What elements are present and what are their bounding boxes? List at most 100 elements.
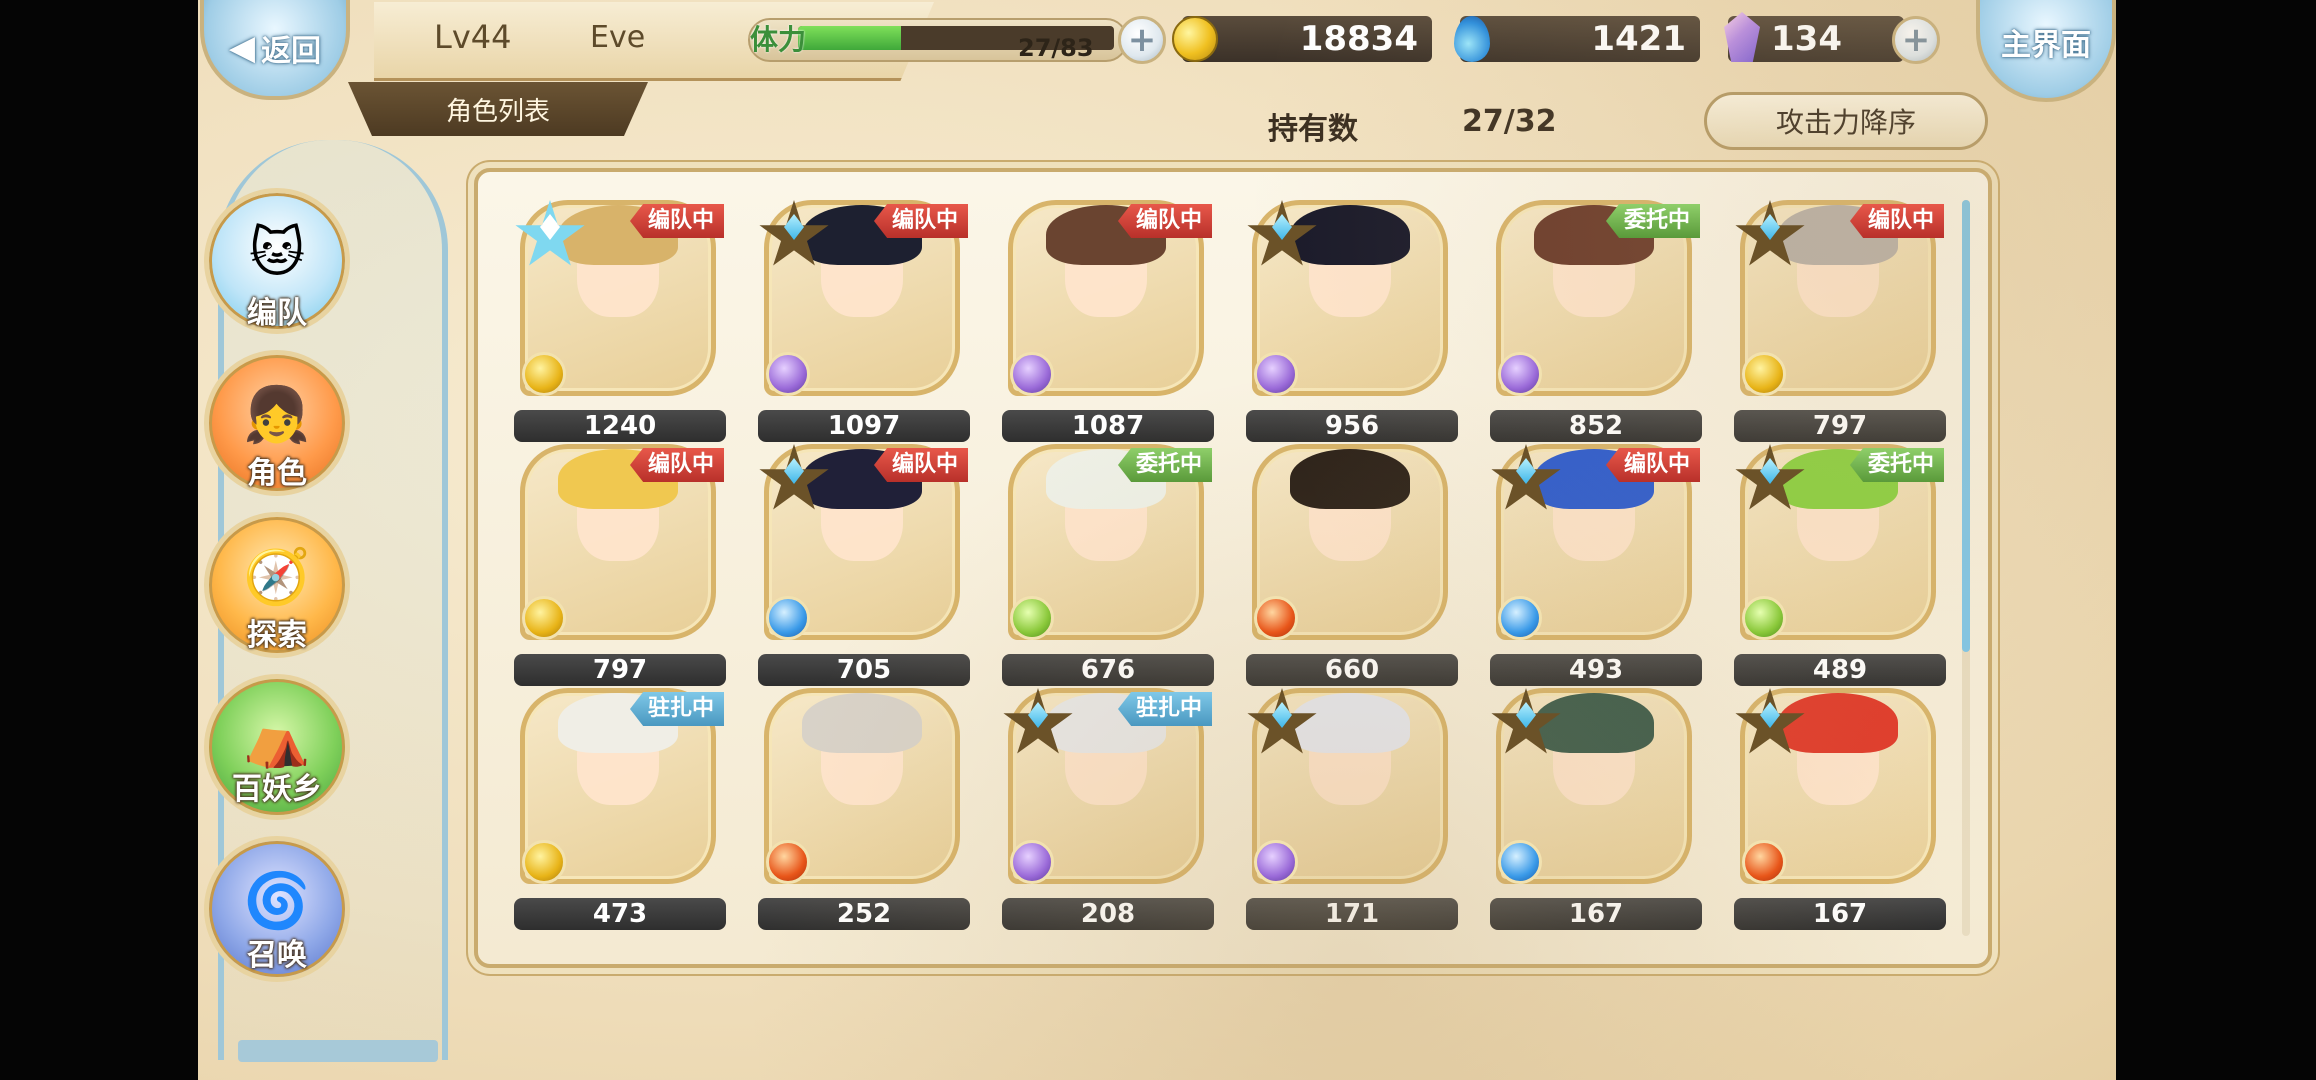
attack-value: 852	[1490, 410, 1702, 442]
menu-summon-label: 召唤	[247, 938, 307, 973]
character-card[interactable]: 委托中 852	[1490, 200, 1704, 446]
character-card[interactable]: 660	[1246, 444, 1460, 690]
menu-team-label: 编队	[247, 296, 307, 331]
element-purple-icon	[1254, 840, 1298, 884]
letterbox-right	[2116, 0, 2316, 1080]
character-card[interactable]: 编队中 1097	[758, 200, 972, 446]
character-card[interactable]: 编队中 493	[1490, 444, 1704, 690]
character-card[interactable]: 167	[1490, 688, 1704, 934]
character-card[interactable]: 171	[1246, 688, 1460, 934]
spirit-drop-icon	[1454, 16, 1490, 62]
element-red-icon	[766, 840, 810, 884]
sort-button[interactable]: 攻击力降序	[1704, 92, 1988, 150]
element-blue-icon	[1498, 596, 1542, 640]
character-icon: 👧	[243, 383, 311, 446]
attack-value: 797	[514, 654, 726, 686]
element-blue-icon	[766, 596, 810, 640]
tab-character-list[interactable]: 角色列表	[348, 82, 648, 136]
character-card[interactable]: 167	[1734, 688, 1948, 934]
attack-value: 676	[1002, 654, 1214, 686]
spirit-value: 1421	[1591, 19, 1686, 59]
element-green-icon	[1010, 596, 1054, 640]
menu-village-label: 百妖乡	[232, 772, 322, 807]
game-screen: ◀ 返回 Lv44 Eve 角色列表 体力 27/83 + 18834 1421…	[198, 0, 2116, 1080]
letterbox-left	[0, 0, 198, 1080]
status-tag: 编队中	[873, 204, 968, 238]
status-tag: 编队中	[1849, 204, 1944, 238]
owned-label: 持有数	[1268, 112, 1358, 147]
character-card[interactable]: 编队中 1087	[1002, 200, 1216, 446]
player-name: Eve	[590, 20, 646, 55]
character-card[interactable]: 编队中 1240	[514, 200, 728, 446]
character-card[interactable]: 252	[758, 688, 972, 934]
attack-value: 489	[1734, 654, 1946, 686]
status-tag: 委托中	[1605, 204, 1700, 238]
character-card[interactable]: 委托中 489	[1734, 444, 1948, 690]
element-red-icon	[1742, 840, 1786, 884]
stamina-label: 体力	[750, 23, 807, 56]
character-card[interactable]: 编队中 705	[758, 444, 972, 690]
status-tag: 编队中	[629, 204, 724, 238]
home-button[interactable]: 主界面	[1976, 0, 2116, 102]
element-blue-icon	[1498, 840, 1542, 884]
menu-explore-label: 探索	[247, 618, 307, 653]
element-red-icon	[1254, 596, 1298, 640]
explore-icon: 🧭	[243, 545, 311, 608]
spirit-display: 1421	[1460, 16, 1700, 62]
add-crystal-button[interactable]: +	[1892, 16, 1940, 64]
element-gold-icon	[1742, 352, 1786, 396]
attack-value: 1097	[758, 410, 970, 442]
status-tag: 驻扎中	[629, 692, 724, 726]
attack-value: 171	[1246, 898, 1458, 930]
attack-value: 660	[1246, 654, 1458, 686]
player-level: Lv44	[434, 18, 512, 56]
attack-value: 797	[1734, 410, 1946, 442]
element-purple-icon	[1010, 352, 1054, 396]
status-tag: 编队中	[873, 448, 968, 482]
element-purple-icon	[1254, 352, 1298, 396]
element-gold-icon	[522, 596, 566, 640]
attack-value: 252	[758, 898, 970, 930]
status-tag: 委托中	[1117, 448, 1212, 482]
character-card[interactable]: 驻扎中 208	[1002, 688, 1216, 934]
owned-count: 27/32	[1462, 104, 1557, 139]
status-tag: 编队中	[1117, 204, 1212, 238]
attack-value: 473	[514, 898, 726, 930]
element-purple-icon	[1010, 840, 1054, 884]
status-tag: 委托中	[1849, 448, 1944, 482]
back-arrow-icon: ◀	[228, 28, 256, 68]
element-gold-icon	[522, 352, 566, 396]
character-card[interactable]: 委托中 676	[1002, 444, 1216, 690]
element-green-icon	[1742, 596, 1786, 640]
character-card[interactable]: 编队中 797	[1734, 200, 1948, 446]
back-button[interactable]: ◀ 返回	[200, 0, 350, 100]
character-card[interactable]: 956	[1246, 200, 1460, 446]
character-card[interactable]: 编队中 797	[514, 444, 728, 690]
attack-value: 956	[1246, 410, 1458, 442]
element-purple-icon	[1498, 352, 1542, 396]
attack-value: 1240	[514, 410, 726, 442]
menu-character-label: 角色	[247, 456, 307, 491]
attack-value: 705	[758, 654, 970, 686]
element-purple-icon	[766, 352, 810, 396]
gold-value: 18834	[1299, 19, 1418, 59]
attack-value: 493	[1490, 654, 1702, 686]
village-icon: ⛺	[243, 707, 311, 770]
status-tag: 编队中	[1605, 448, 1700, 482]
status-tag: 驻扎中	[1117, 692, 1212, 726]
stamina-value: 27/83	[1018, 34, 1094, 62]
back-label: 返回	[261, 34, 322, 69]
stamina-fill	[798, 26, 901, 50]
attack-value: 208	[1002, 898, 1214, 930]
roster-scrollbar-thumb[interactable]	[1962, 200, 1970, 652]
menu-cage-base	[238, 1040, 438, 1062]
crystal-value: 134	[1771, 19, 1842, 59]
add-stamina-button[interactable]: +	[1118, 16, 1166, 64]
attack-value: 1087	[1002, 410, 1214, 442]
gold-display: 18834	[1182, 16, 1432, 62]
team-icon: 🐱	[248, 221, 306, 284]
gold-coin-icon	[1172, 16, 1218, 62]
element-gold-icon	[522, 840, 566, 884]
attack-value: 167	[1490, 898, 1702, 930]
character-card[interactable]: 驻扎中 473	[514, 688, 728, 934]
